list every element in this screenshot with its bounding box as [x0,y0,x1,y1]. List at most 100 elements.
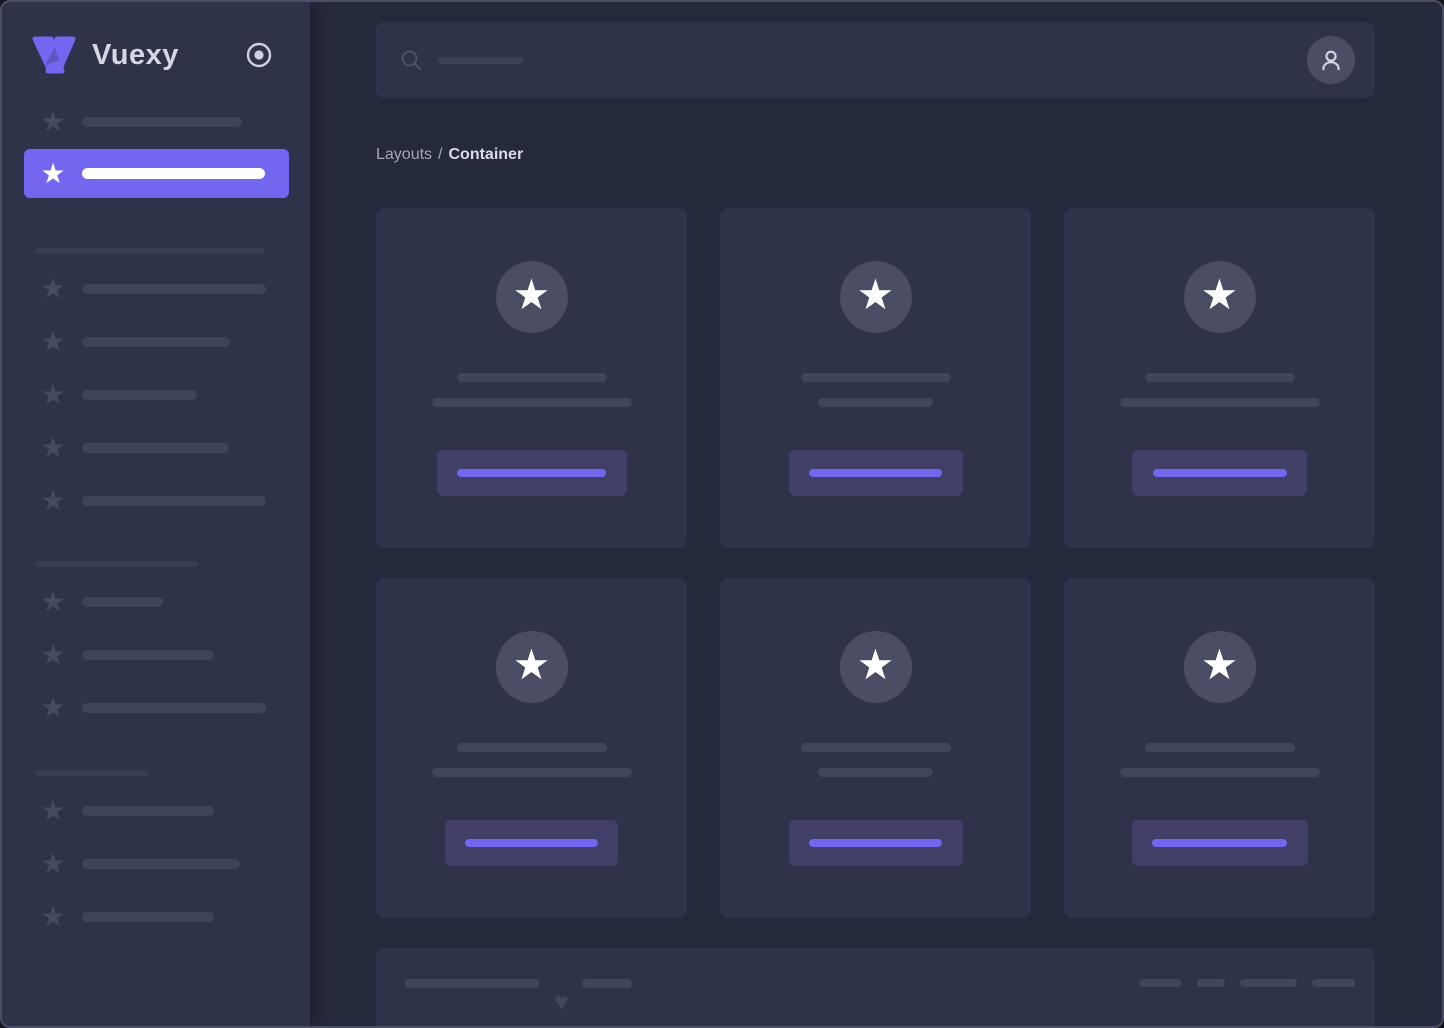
star-icon: ★ [40,326,66,357]
star-icon: ★ [40,157,66,189]
card-action-button[interactable] [788,820,963,866]
search-bar[interactable] [376,22,1375,98]
card-action-button[interactable] [1131,820,1308,866]
nav-label-placeholder [82,597,163,607]
card-title-placeholder [456,743,607,752]
nav-label-placeholder [82,496,266,506]
nav-label-placeholder [82,168,265,179]
button-label-placeholder [1152,839,1287,847]
card-grid: ★ ★ ★ ★ ★ ★ [376,208,1375,918]
button-label-placeholder [809,839,942,847]
user-avatar[interactable] [1307,36,1355,84]
card-avatar: ★ [839,631,912,703]
star-icon: ★ [40,379,66,410]
star-icon: ★ [40,795,66,826]
search-icon [400,49,422,71]
footer-link-placeholder[interactable] [1139,979,1182,987]
button-label-placeholder [809,469,942,477]
nav-label-placeholder [82,703,266,713]
sidebar-section-label-placeholder [35,770,148,776]
nav-label-placeholder [82,117,242,127]
sidebar-section-label-placeholder [35,248,265,254]
sidebar-item[interactable]: ★ [40,487,286,515]
breadcrumb: Layouts / Container [376,145,1375,164]
footer-link-placeholder[interactable] [1240,979,1297,987]
sidebar-item[interactable]: ★ [40,903,286,931]
card-title-placeholder [1144,743,1295,752]
star-icon: ★ [40,586,66,617]
nav-label-placeholder [82,650,214,660]
sidebar-item[interactable]: ★ [40,797,286,825]
user-icon [1318,47,1344,73]
card-avatar: ★ [1183,261,1256,333]
sidebar-item[interactable]: ★ [40,434,286,462]
card-title-placeholder [800,373,951,382]
card-action-button[interactable] [1132,450,1307,496]
nav-label-placeholder [82,337,230,347]
footer-text-placeholder [581,979,632,988]
card-subtitle-placeholder [818,768,933,777]
star-icon: ★ [40,432,66,463]
sidebar-item[interactable]: ★ [40,328,286,356]
sidebar-section-label-placeholder [35,561,198,567]
breadcrumb-separator: / [438,145,443,163]
star-icon: ★ [40,273,66,304]
star-icon: ★ [1200,641,1239,688]
sidebar-item[interactable]: ★ [40,850,286,878]
menu-pin-toggle-icon[interactable] [246,42,272,68]
star-icon: ★ [40,485,66,516]
app-title: Vuexy [92,38,179,71]
card-action-button[interactable] [788,450,963,496]
sidebar-item[interactable]: ★ [40,694,286,722]
sidebar-nav: ★ ★ ★ ★ ★ ★ ★ ★ ★ ★ ★ ★ ★ [2,108,310,931]
card-action-button[interactable] [436,450,627,496]
placeholder-card: ★ [720,578,1031,918]
nav-label-placeholder [82,443,229,453]
star-icon: ★ [1200,271,1239,318]
star-icon: ★ [856,641,895,688]
star-icon: ★ [512,271,551,318]
nav-label-placeholder [82,859,240,869]
card-title-placeholder [800,743,951,752]
nav-label-placeholder [82,390,197,400]
sidebar-item[interactable]: ★ [40,641,286,669]
button-label-placeholder [1152,469,1287,477]
breadcrumb-link-layouts[interactable]: Layouts [376,146,432,164]
sidebar-item[interactable]: ★ [40,108,286,136]
search-placeholder-bar [438,56,524,64]
main-content: Layouts / Container ★ ★ ★ ★ ★ ★ ♥ [310,2,1442,1026]
sidebar-item[interactable]: ★ [40,588,286,616]
card-subtitle-placeholder [818,398,933,407]
card-subtitle-placeholder [1119,768,1320,777]
button-label-placeholder [465,839,598,847]
nav-label-placeholder [82,284,266,294]
card-subtitle-placeholder [431,768,632,777]
star-icon: ★ [40,106,66,137]
placeholder-card: ★ [720,208,1031,548]
star-icon: ★ [40,848,66,879]
star-icon: ★ [40,901,66,932]
star-icon: ★ [512,641,551,688]
vuexy-logo-icon [30,35,78,75]
footer-link-placeholder[interactable] [1197,979,1225,987]
card-avatar: ★ [839,261,912,333]
card-avatar: ★ [495,631,568,703]
card-subtitle-placeholder [431,398,632,407]
footer-link-placeholder[interactable] [1312,979,1355,987]
placeholder-card: ★ [1064,578,1375,918]
card-avatar: ★ [1183,631,1256,703]
sidebar-item-active[interactable]: ★ [24,149,289,198]
heart-icon: ♥ [554,988,569,1016]
app-window: Vuexy ★ ★ ★ ★ ★ ★ ★ ★ ★ ★ ★ ★ ★ Layouts … [0,0,1444,1028]
sidebar-item[interactable]: ★ [40,381,286,409]
footer: ♥ [376,948,1375,1026]
page-title: Container [448,145,524,163]
footer-text-placeholder [405,979,539,988]
star-icon: ★ [40,639,66,670]
placeholder-card: ★ [376,578,687,918]
nav-label-placeholder [82,806,214,816]
sidebar-item[interactable]: ★ [40,275,286,303]
card-action-button[interactable] [445,820,618,866]
card-subtitle-placeholder [1119,398,1320,407]
button-label-placeholder [457,469,606,477]
